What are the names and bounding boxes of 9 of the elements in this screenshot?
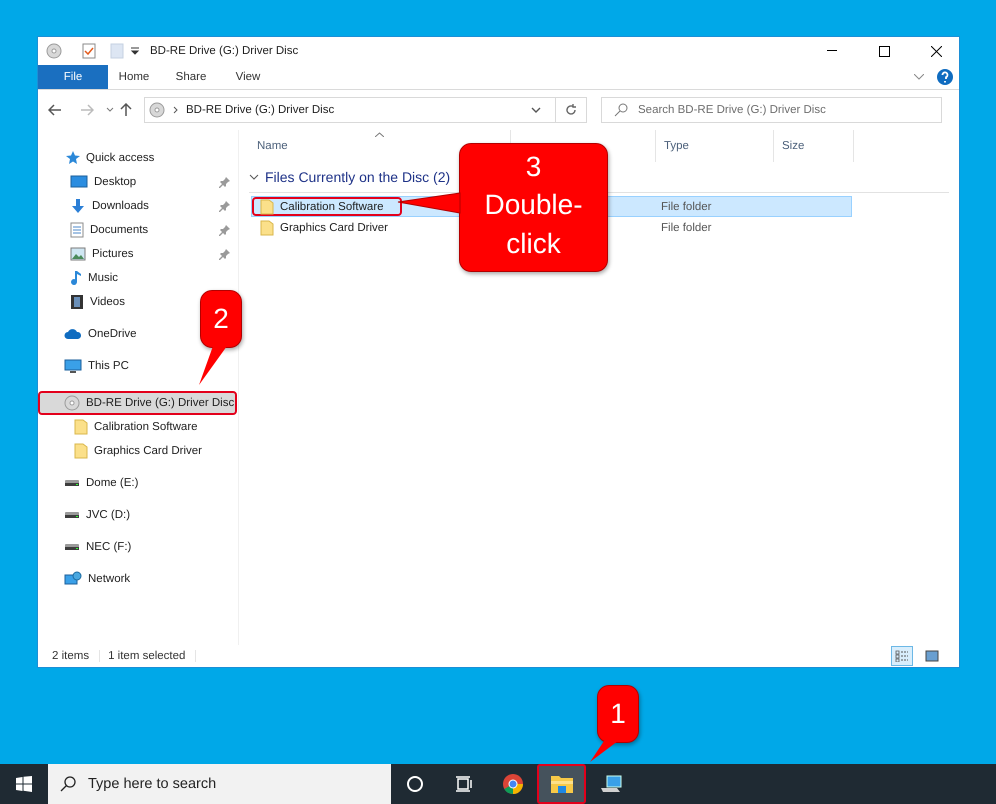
address-path: BD-RE Drive (G:) Driver Disc [186, 104, 336, 116]
window-title: BD-RE Drive (G:) Driver Disc [150, 45, 300, 57]
file-type: File folder [661, 222, 712, 234]
file-name: Calibration Software [252, 197, 402, 216]
file-type: File folder [661, 200, 712, 212]
callout: 3 Double-click [459, 143, 608, 272]
selection-count: 1 item selected [108, 650, 196, 662]
item-count: 2 items [52, 650, 100, 662]
file-name: Graphics Card Driver [252, 218, 402, 237]
